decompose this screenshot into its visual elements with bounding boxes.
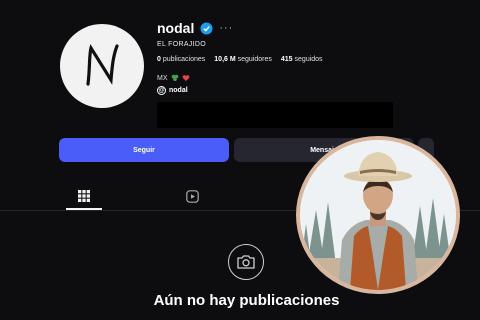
username-row: nodal ··· — [157, 20, 233, 36]
reels-icon — [185, 189, 199, 203]
grid-icon — [78, 190, 90, 202]
full-name: EL FORAJIDO — [157, 41, 206, 48]
camera-icon — [228, 244, 264, 280]
clover-icon — [171, 74, 178, 81]
threads-icon: @ — [157, 86, 166, 95]
posts-count: 0 publicaciones — [157, 56, 206, 63]
empty-state-text: Aún no hay publicaciones — [153, 292, 340, 309]
redacted-area — [157, 102, 393, 128]
verified-badge-icon — [200, 21, 213, 35]
profile-avatar[interactable] — [60, 24, 144, 108]
profile-stats: 0 publicaciones 10,6 M seguidores 415 se… — [157, 56, 323, 63]
person-photo — [300, 140, 456, 290]
more-options-button[interactable]: ··· — [219, 22, 233, 34]
heart-icon — [182, 75, 189, 81]
tab-reels[interactable] — [184, 188, 200, 204]
bio: MX — [157, 74, 190, 82]
bio-text: MX — [157, 74, 168, 82]
threads-handle: nodal — [169, 87, 188, 94]
tab-posts[interactable] — [76, 188, 92, 204]
person-photo-overlay — [296, 136, 460, 294]
photo-illustration — [300, 140, 456, 290]
follow-button[interactable]: Seguir — [59, 138, 229, 162]
threads-link[interactable]: @ nodal — [157, 86, 188, 95]
followers-count[interactable]: 10,6 M seguidores — [214, 56, 272, 63]
n-logo-icon — [86, 43, 119, 86]
following-count[interactable]: 415 seguidos — [281, 56, 323, 63]
username: nodal — [157, 20, 195, 36]
